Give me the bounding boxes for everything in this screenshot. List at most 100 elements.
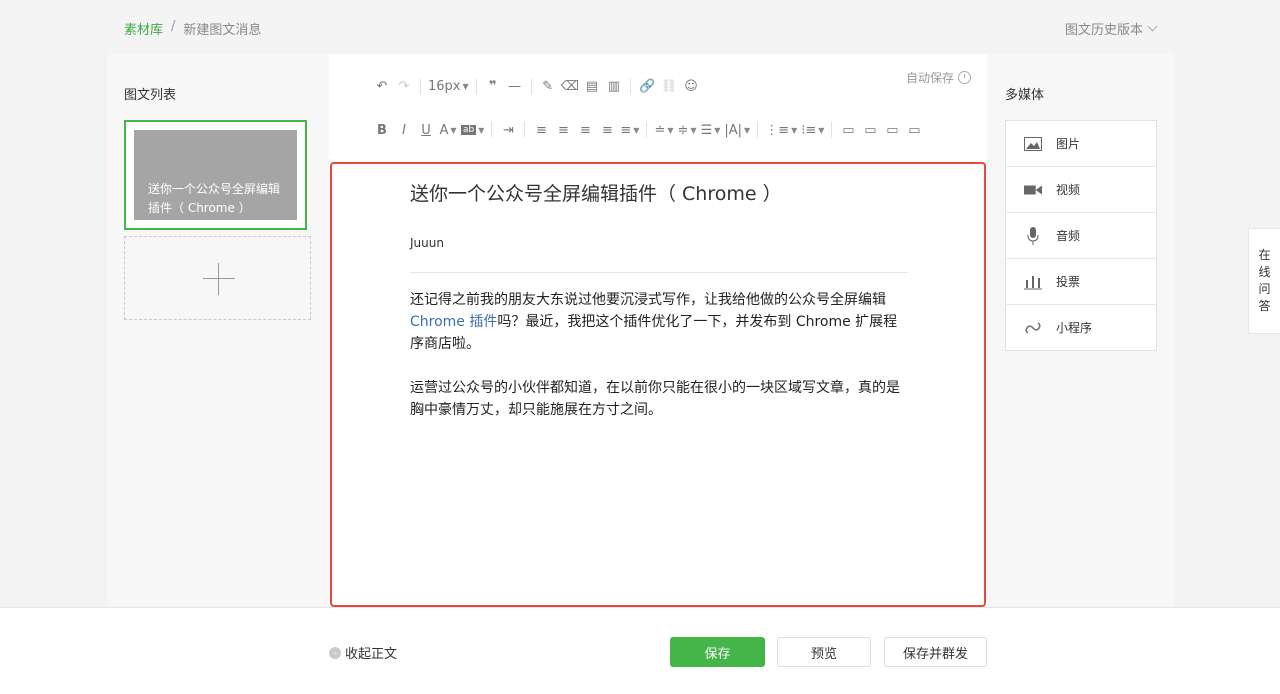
line-height-icon[interactable]: ☰ ▼ xyxy=(701,120,721,140)
plus-icon-vertical xyxy=(218,263,219,295)
divider xyxy=(410,272,908,273)
add-article-button[interactable] xyxy=(124,236,311,320)
media-panel: 多媒体 图片 视频 音频 投票 小程序 xyxy=(987,54,1174,606)
article-card[interactable]: 送你一个公众号全屏编辑插件（ Chrome ） xyxy=(124,120,307,230)
media-panel-title: 多媒体 xyxy=(1005,88,1045,103)
microphone-icon xyxy=(1024,226,1042,245)
float-icon[interactable]: ≡ ▼ xyxy=(620,120,639,140)
unlink-icon[interactable]: ⛓ xyxy=(660,76,678,96)
spacing-after-icon[interactable]: ≑ ▼ xyxy=(678,120,697,140)
save-and-send-button[interactable]: 保存并群发 xyxy=(884,637,987,667)
underline-icon[interactable]: U xyxy=(417,120,435,140)
align-right-icon[interactable]: ≡ xyxy=(576,120,594,140)
video-icon xyxy=(1024,181,1042,199)
media-item-image[interactable]: 图片 xyxy=(1006,121,1156,167)
collapse-label: 收起正文 xyxy=(345,647,398,662)
top-bar: 素材库 / 新建图文消息 图文历史版本 xyxy=(107,0,1174,54)
article-card-title: 送你一个公众号全屏编辑插件（ Chrome ） xyxy=(148,182,281,215)
toolbar-divider xyxy=(630,78,632,94)
media-item-label: 小程序 xyxy=(1056,321,1093,335)
online-qa-char: 答 xyxy=(1258,299,1271,313)
image-align-right-icon[interactable]: ▭ xyxy=(883,120,901,140)
article-title[interactable]: 送你一个公众号全屏编辑插件（ Chrome ） xyxy=(410,179,782,206)
image-icon xyxy=(1024,135,1042,153)
media-item-video[interactable]: 视频 xyxy=(1006,167,1156,213)
article-list-title: 图文列表 xyxy=(124,88,177,103)
unordered-list-icon[interactable]: ⁝≡ ▼ xyxy=(801,120,824,140)
toolbar-divider xyxy=(524,122,526,138)
toolbar-divider xyxy=(475,78,477,94)
italic-icon[interactable]: I xyxy=(395,120,413,140)
document-icon[interactable]: ▥ xyxy=(605,76,623,96)
preview-button[interactable]: 预览 xyxy=(777,637,871,667)
quote-icon[interactable]: ❞ xyxy=(484,76,502,96)
toolbar-divider xyxy=(491,122,493,138)
mini-program-icon xyxy=(1024,319,1042,337)
image-align-none-icon[interactable]: ▭ xyxy=(861,120,879,140)
breadcrumb-separator: / xyxy=(171,19,176,34)
article-list-panel: 图文列表 送你一个公众号全屏编辑插件（ Chrome ） xyxy=(107,54,329,606)
media-item-label: 投票 xyxy=(1056,275,1081,289)
autosave-status: 自动保存 xyxy=(906,69,971,86)
clear-format-icon[interactable]: ⌫ xyxy=(561,76,579,96)
horizontal-rule-icon[interactable]: — xyxy=(506,76,524,96)
caret-down-icon: ▼ xyxy=(462,81,469,91)
breadcrumb-root-link[interactable]: 素材库 xyxy=(124,19,163,38)
article-content-editor[interactable]: 送你一个公众号全屏编辑插件（ Chrome ） Juuun 还记得之前我的朋友大… xyxy=(330,162,986,607)
plus-icon xyxy=(203,278,235,279)
media-item-mini-program[interactable]: 小程序 xyxy=(1006,305,1156,350)
paragraph-text: 还记得之前我的朋友大东说过他要沉浸式写作，让我给他做的公众号全屏编辑 xyxy=(410,292,886,308)
image-align-center-icon[interactable]: ▭ xyxy=(905,120,923,140)
breadcrumb-current: 新建图文消息 xyxy=(183,23,262,38)
font-size-select[interactable]: 16px ▼ xyxy=(428,76,469,96)
collapse-icon: - xyxy=(329,646,341,659)
media-item-label: 音频 xyxy=(1056,229,1081,243)
online-qa-char: 问 xyxy=(1258,282,1271,296)
font-color-icon[interactable]: A ▼ xyxy=(439,120,457,140)
toolbar-divider xyxy=(530,78,532,94)
emoji-icon[interactable]: ☺ xyxy=(682,76,700,96)
font-size-value: 16px xyxy=(428,78,461,94)
online-qa-tab[interactable]: 在 线 问 答 xyxy=(1248,228,1280,334)
toolbar-row-1: ↶ ↷ 16px ▼ ❞ — ✎ ⌫ ▤ ▥ 🔗 ⛓ ☺ xyxy=(373,76,700,96)
collapse-content-button[interactable]: - 收起正文 xyxy=(329,643,397,662)
breadcrumb: 素材库 / 新建图文消息 xyxy=(124,19,261,38)
bold-icon[interactable]: B xyxy=(373,120,391,140)
toolbar-divider xyxy=(420,78,421,94)
align-left-icon[interactable]: ≡ xyxy=(532,120,550,140)
redo-icon[interactable]: ↷ xyxy=(395,76,413,96)
article-cover: 送你一个公众号全屏编辑插件（ Chrome ） xyxy=(134,130,297,220)
media-item-label: 图片 xyxy=(1056,137,1081,151)
media-item-audio[interactable]: 音频 xyxy=(1006,213,1156,259)
insert-template-icon[interactable]: ▤ xyxy=(583,76,601,96)
article-author[interactable]: Juuun xyxy=(410,236,444,250)
save-button[interactable]: 保存 xyxy=(670,637,765,667)
article-paragraph: 还记得之前我的朋友大东说过他要沉浸式写作，让我给他做的公众号全屏编辑 Chrome… xyxy=(410,289,900,355)
image-align-left-icon[interactable]: ▭ xyxy=(839,120,857,140)
toolbar-divider xyxy=(757,122,759,138)
clock-icon xyxy=(958,71,971,84)
indent-icon[interactable]: ⇥ xyxy=(499,120,517,140)
link-icon[interactable]: 🔗 xyxy=(638,76,656,96)
media-list: 图片 视频 音频 投票 小程序 xyxy=(1005,120,1157,351)
toolbar-row-2: B I U A ▼ ab ▼ ⇥ ≡ ≡ ≡ ≡ ≡ ▼ ≐ ▼ ≑ ▼ ☰ ▼ |A| ▼ … xyxy=(373,120,923,140)
letter-spacing-icon[interactable]: |A| ▼ xyxy=(724,120,750,140)
toolbar-divider xyxy=(831,122,833,138)
paragraph-link[interactable]: Chrome 插件 xyxy=(410,314,497,330)
chevron-down-icon xyxy=(1147,21,1158,32)
article-paragraph: 运营过公众号的小伙伴都知道，在以前你只能在很小的一块区域写文章，真的是胸中豪情万… xyxy=(410,380,900,418)
ordered-list-icon[interactable]: ⋮≡ ▼ xyxy=(765,120,797,140)
spacing-before-icon[interactable]: ≐ ▼ xyxy=(654,120,673,140)
undo-icon[interactable]: ↶ xyxy=(373,76,391,96)
poll-icon xyxy=(1024,273,1042,291)
media-item-label: 视频 xyxy=(1056,183,1081,197)
format-painter-icon[interactable]: ✎ xyxy=(539,76,557,96)
align-center-icon[interactable]: ≡ xyxy=(554,120,572,140)
media-item-poll[interactable]: 投票 xyxy=(1006,259,1156,305)
history-version-label: 图文历史版本 xyxy=(1064,23,1143,38)
history-version-dropdown[interactable]: 图文历史版本 xyxy=(1064,19,1158,38)
toolbar-divider xyxy=(646,122,648,138)
autosave-label: 自动保存 xyxy=(905,71,954,85)
background-color-icon[interactable]: ab ▼ xyxy=(461,120,484,140)
align-justify-icon[interactable]: ≡ xyxy=(598,120,616,140)
